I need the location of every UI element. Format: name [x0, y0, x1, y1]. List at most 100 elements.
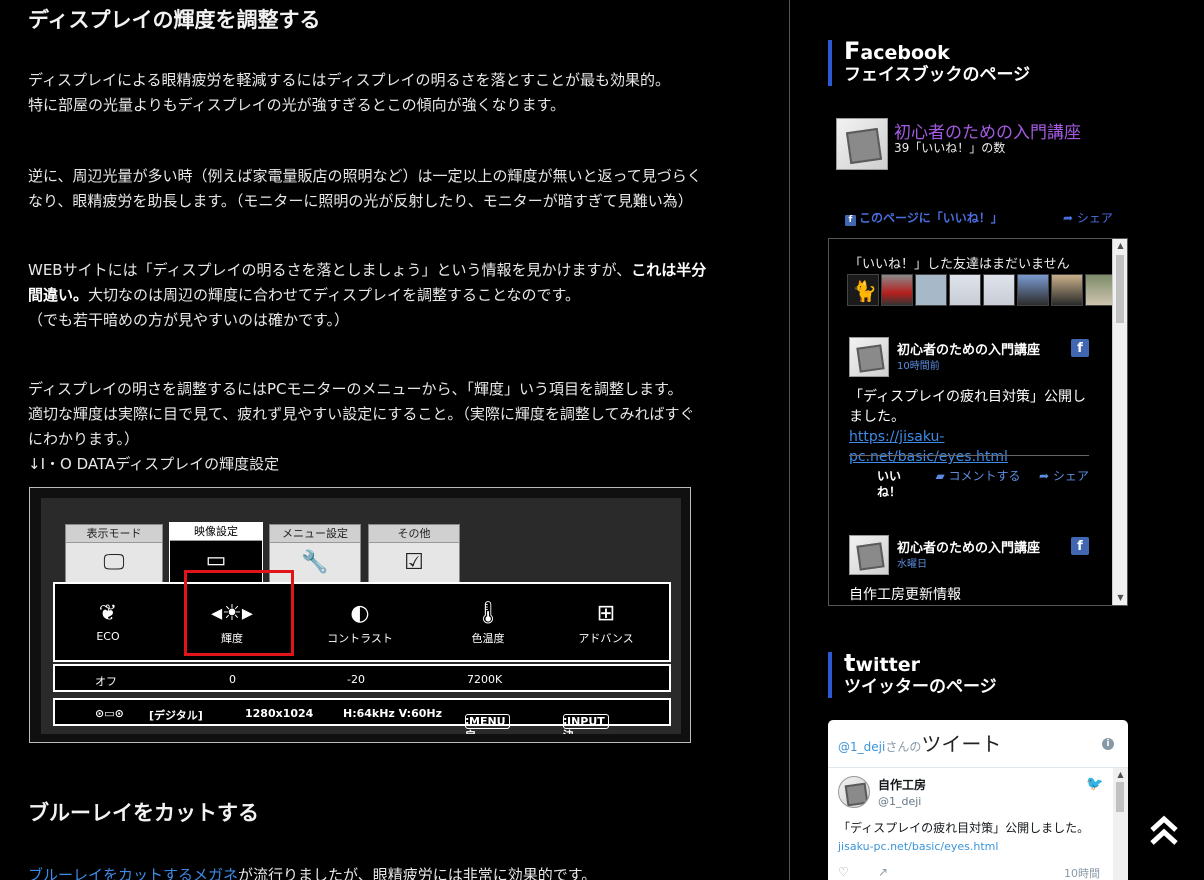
paragraph-3-line-2: 間違い。大切なのは周辺の輝度に合わせてディスプレイを調整することなのです。 — [28, 283, 768, 308]
osd-item-label: アドバンス — [578, 632, 634, 645]
dvi-connector-icon: ⊙▭⊙ — [95, 707, 124, 720]
post-author-name[interactable]: 初心者のための入門講座 — [897, 339, 1040, 358]
twitter-widget-heading: twitter ツイッターのページ — [828, 651, 997, 698]
facebook-heading-cap: F — [844, 37, 861, 65]
twitter-heading-rest: witter — [855, 654, 920, 676]
comment-icon: ▰ — [935, 469, 949, 483]
friend-avatar[interactable] — [1051, 274, 1083, 306]
scroll-up-arrow-icon[interactable]: ▲ — [1113, 239, 1127, 253]
tweet-text: 「ディスプレイの疲れ目対策」公開しました。 jisaku-pc.net/basi… — [838, 819, 1100, 856]
facebook-heading-rest: acebook — [860, 42, 950, 64]
scroll-up-arrow-icon[interactable]: ▲ — [1113, 768, 1128, 782]
post-body: 「ディスプレイの疲れ目対策」公開しました。 — [849, 389, 1087, 425]
osd-screenshot-image: 表示モード 🖵 映像設定 ▭ メニュー設定 🔧 その他 ☑ ❦ ECO ◂☀▸ 輝度… — [29, 487, 691, 743]
scroll-down-arrow-icon[interactable]: ▼ — [1113, 591, 1127, 605]
paragraph-1-line-1: ディスプレイによる眼精疲労を軽減するにはディスプレイの明るさを落とすことが最も効… — [28, 71, 671, 89]
tweet-author-avatar[interactable] — [838, 776, 870, 808]
tweet-link[interactable]: jisaku-pc.net/basic/eyes.html — [838, 840, 998, 853]
paragraph-2-line-1: 逆に、周辺光量が多い時（例えば家電量販店の照明など）は一定以上の輝度が無いと返っ… — [28, 167, 702, 185]
paragraph-5: ブルーレイをカットするメガネが流行りましたが、眼精疲労には非常に効果的です。 — [28, 863, 768, 880]
osd-item-label: 色温度 — [471, 632, 505, 645]
feed-scrollbar[interactable]: ▲ ▼ — [1112, 239, 1127, 605]
twitter-timeline[interactable]: @1_dejiさんのツイート i 自作工房 @1_deji 🐦 「ディスプレイの… — [828, 720, 1128, 880]
input-key-action: :決定 — [563, 714, 574, 734]
facebook-share-label: シェア — [1076, 211, 1113, 225]
osd-tab-other: その他 ☑ — [368, 524, 460, 584]
heart-icon[interactable]: ♡ — [838, 865, 849, 879]
paragraph-1-line-2: 特に部屋の光量よりもディスプレイの光が強すぎるとこの傾向が強くなります。 — [28, 96, 566, 114]
osd-tab-display-mode: 表示モード 🖵 — [65, 524, 163, 584]
paragraph-5-text: が流行りましたが、眼精疲労には非常に効果的です。 — [238, 866, 597, 880]
osd-settings-panel: ❦ ECO ◂☀▸ 輝度 ◐ コントラスト 🌡 色温度 ⊞ アドバンス — [53, 582, 671, 662]
page-avatar[interactable] — [836, 118, 888, 170]
friend-avatar[interactable] — [983, 274, 1015, 306]
osd-status-row: ⊙▭⊙ [デジタル] 1280x1024 H:64kHz V:60Hz MENU… — [53, 698, 671, 734]
checkbox-icon: ☑ — [404, 550, 424, 575]
post-author-avatar[interactable] — [849, 535, 889, 575]
section-heading-brightness: ディスプレイの輝度を調整する — [28, 8, 321, 32]
osd-tab-label: メニュー設定 — [270, 525, 360, 543]
post-author-name[interactable]: 初心者のための入門講座 — [897, 537, 1040, 556]
facebook-like-button[interactable]: f このページに「いいね！」 — [845, 209, 1003, 226]
article-column: ディスプレイの輝度を調整する ディスプレイによる眼精疲労を軽減するにはディスプレ… — [0, 0, 790, 880]
twitter-scrollbar-thumb[interactable] — [1116, 782, 1124, 812]
post-like-button[interactable]: いいね！ — [867, 468, 911, 500]
paragraph-4-line-2: 適切な輝度は実際に目で見て、疲れず見やすい設定にすること。（実際に輝度を調整して… — [28, 405, 695, 423]
advanced-icon: ⊞ — [596, 601, 616, 626]
facebook-feed[interactable]: 「いいね！」した友達はまだいません 🐈 初心者のための入門講座 10時間前 f … — [828, 238, 1128, 606]
twitter-scrollbar[interactable]: ▲ — [1113, 768, 1128, 880]
facebook-page-box: 初心者のための入門講座 39「いいね！」の数 — [836, 118, 1136, 170]
paragraph-3-emphasis: これは半分 — [631, 261, 707, 279]
scroll-top-svg — [1150, 815, 1178, 845]
facebook-icon: f — [845, 215, 856, 226]
share-icon[interactable]: ↗ — [878, 865, 888, 879]
feed-scrollbar-thumb[interactable] — [1116, 255, 1124, 323]
post-author-avatar[interactable] — [849, 337, 889, 377]
osd-frequency: H:64kHz V:60Hz — [343, 707, 442, 720]
osd-tab-label: その他 — [369, 525, 459, 543]
friend-avatar[interactable]: 🐈 — [847, 274, 879, 306]
monitor-icon: 🖵 — [103, 550, 125, 575]
post-comment-button[interactable]: ▰ コメントする — [933, 468, 1023, 484]
paragraph-2-line-2: なり、眼精疲労を助長します。（モニターに照明の光が反射したり、モニターが暗すぎて… — [28, 192, 693, 210]
friend-avatar[interactable] — [881, 274, 913, 306]
double-chevron-up-icon[interactable] — [1144, 810, 1184, 850]
facebook-heading-en: Facebook — [844, 37, 1030, 65]
osd-menu: 表示モード 🖵 映像設定 ▭ メニュー設定 🔧 その他 ☑ ❦ ECO ◂☀▸ 輝度… — [41, 498, 681, 734]
twitter-handle-link[interactable]: @1_deji — [838, 740, 885, 754]
facebook-icon: f — [1071, 537, 1089, 555]
paragraph-3-line-3: （でも若干暗めの方が見やすいのは確かです。） — [28, 311, 350, 329]
post-share-button[interactable]: ➦ シェア — [1039, 468, 1089, 484]
osd-input-mode: [デジタル] — [149, 709, 203, 722]
post-share-label: シェア — [1052, 469, 1089, 483]
tweet-author-name[interactable]: 自作工房 — [878, 776, 926, 793]
osd-item-label: ECO — [96, 630, 120, 643]
post-like-label: いいね！ — [876, 469, 901, 499]
osd-resolution: 1280x1024 — [245, 707, 314, 720]
paragraph-3-text-2: 大切なのは周辺の輝度に合わせてディスプレイを調整することなのです。 — [88, 286, 581, 304]
friend-avatar[interactable] — [915, 274, 947, 306]
twitter-timeline-title: ツイート — [921, 732, 1002, 756]
twitter-bird-icon: 🐦 — [1086, 776, 1104, 792]
paragraph-4-line-3: にわかります。） — [28, 430, 140, 448]
share-arrow-icon: ➦ — [1039, 469, 1053, 483]
friend-avatar[interactable] — [1017, 274, 1049, 306]
info-icon[interactable]: i — [1102, 738, 1114, 750]
osd-value-brightness: 0 — [229, 673, 236, 686]
contrast-icon: ◐ — [350, 601, 370, 626]
tweet-author-handle[interactable]: @1_deji — [878, 795, 921, 808]
facebook-like-label: このページに「いいね！」 — [859, 211, 1003, 225]
facebook-share-button[interactable]: ➦ シェア — [1063, 209, 1113, 226]
post-body: 自作工房更新情報 — [849, 587, 961, 603]
paragraph-3-line-1: WEBサイトには「ディスプレイの明るさを落としましょう」という情報を見かけますが… — [28, 258, 768, 283]
menu-key-action: :戻る — [465, 714, 476, 734]
paragraph-3: WEBサイトには「ディスプレイの明るさを落としましょう」という情報を見かけますが… — [28, 258, 768, 333]
bluelight-glasses-link[interactable]: ブルーレイをカットするメガネ — [28, 866, 238, 880]
osd-value-contrast: -20 — [347, 673, 365, 686]
post-timestamp[interactable]: 10時間前 — [897, 357, 940, 372]
tweet-timestamp[interactable]: 10時間 — [1064, 865, 1100, 880]
facebook-heading-jp: フェイスブックのページ — [844, 65, 1031, 85]
post-timestamp[interactable]: 水曜日 — [897, 555, 927, 570]
paragraph-4-line-1: ディスプレイの明さを調整するにはPCモニターのメニューから、「輝度」いう項目を調… — [28, 380, 683, 398]
friend-avatar[interactable] — [949, 274, 981, 306]
